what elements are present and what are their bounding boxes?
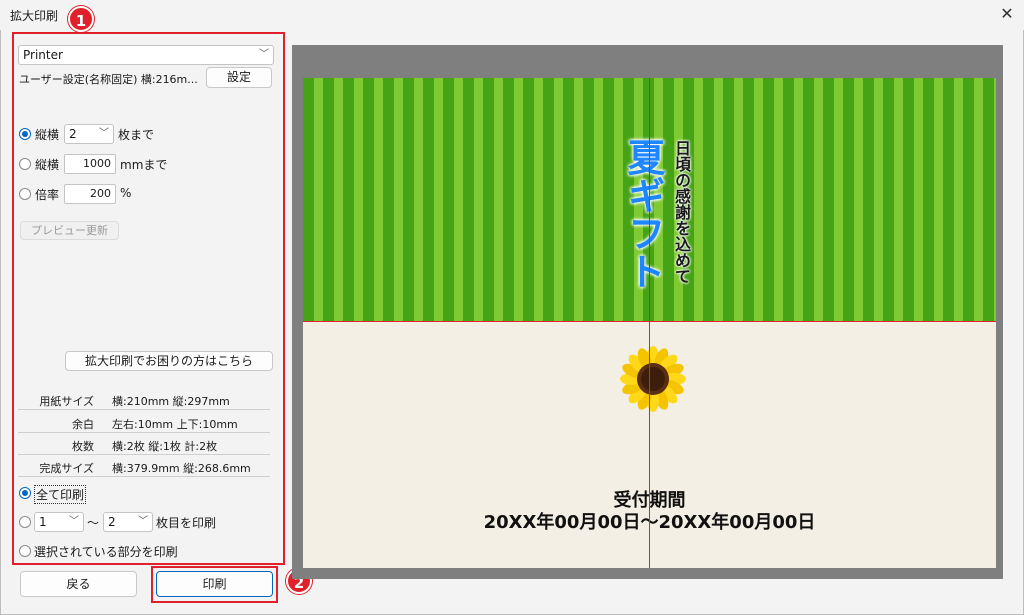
mode-sheets-label: 縦横	[35, 128, 60, 142]
back-button[interactable]: 戻る	[20, 571, 137, 597]
divider	[18, 476, 270, 477]
paper-size-value: 横:210mm 縦:297mm	[112, 395, 230, 408]
finished-size-value: 横:379.9mm 縦:268.6mm	[112, 462, 251, 475]
divider	[18, 454, 270, 455]
print-all-label: 全て印刷	[34, 485, 87, 504]
range-suffix: 枚目を印刷	[156, 516, 217, 530]
scale-input[interactable]: 200	[64, 184, 116, 204]
printer-select[interactable]: Printer ﹀	[18, 45, 274, 65]
callout-badge-1: 1	[68, 6, 94, 32]
preview-update-button[interactable]: プレビュー更新	[20, 221, 119, 240]
close-icon[interactable]: ✕	[996, 3, 1018, 25]
window-title: 拡大印刷	[10, 9, 59, 23]
sunflower-image	[620, 346, 686, 412]
preview-title: 夏ギフト	[621, 138, 666, 290]
mm-input[interactable]: 1000	[64, 154, 116, 174]
divider	[18, 409, 270, 410]
help-button[interactable]: 拡大印刷でお困りの方はこちら	[65, 351, 273, 371]
range-tilde: ～	[87, 516, 100, 530]
chevron-down-icon: ﹀	[99, 128, 109, 139]
user-setting-text: ユーザー設定(名称固定) 横:216m...	[19, 73, 198, 86]
margin-label: 余白	[72, 418, 94, 431]
print-selected-label: 選択されている部分を印刷	[34, 545, 178, 559]
print-range-radio[interactable]	[19, 516, 31, 528]
paper-size-label: 用紙サイズ	[39, 395, 94, 408]
preview-subtitle: 日頃の感謝を込めて	[672, 140, 691, 284]
chevron-down-icon: ﹀	[69, 516, 79, 527]
margin-value: 左右:10mm 上下:10mm	[112, 418, 238, 431]
settings-button[interactable]: 設定	[206, 67, 272, 88]
mm-suffix: mmまで	[120, 158, 168, 172]
print-all-radio[interactable]	[19, 487, 31, 499]
chevron-down-icon: ﹀	[259, 49, 269, 60]
printer-select-value: Printer	[23, 48, 63, 62]
mode-mm-radio[interactable]	[19, 158, 31, 170]
range-from-value: 1	[39, 515, 47, 529]
horizontal-cut-line	[303, 321, 996, 322]
vertical-cut-line	[649, 78, 650, 568]
print-button[interactable]: 印刷	[156, 571, 273, 597]
chevron-down-icon: ﹀	[138, 516, 148, 527]
divider	[18, 432, 270, 433]
sheets-select[interactable]: 2 ﹀	[64, 124, 114, 144]
sheet-count-value: 横:2枚 縦:1枚 計:2枚	[112, 440, 218, 453]
range-to-value: 2	[108, 515, 116, 529]
mode-sheets-radio[interactable]	[19, 128, 31, 140]
mode-scale-radio[interactable]	[19, 188, 31, 200]
title-bar: 拡大印刷 ✕	[0, 0, 1024, 30]
sheets-suffix: 枚まで	[118, 128, 155, 142]
print-selected-radio[interactable]	[19, 545, 31, 557]
finished-size-label: 完成サイズ	[39, 462, 94, 475]
scale-suffix: %	[120, 186, 132, 200]
sheet-count-label: 枚数	[72, 440, 94, 453]
mode-mm-label: 縦横	[35, 158, 60, 172]
mode-scale-label: 倍率	[35, 188, 60, 202]
range-from-select[interactable]: 1 ﹀	[34, 512, 84, 532]
preview-page: 日頃の感謝を込めて 夏ギフト 受付期間 20XX年00月00日～20XX年00月…	[303, 78, 996, 568]
sheets-select-value: 2	[69, 127, 77, 141]
range-to-select[interactable]: 2 ﹀	[103, 512, 153, 532]
